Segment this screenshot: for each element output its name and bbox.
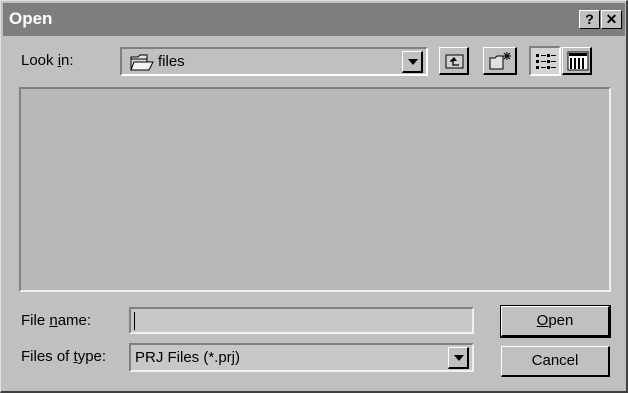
up-one-level-button[interactable] [439,47,469,75]
look-in-value: files [158,53,185,70]
close-icon: ✕ [605,11,618,27]
new-folder-icon [489,51,513,75]
list-view-icon [535,51,557,75]
file-type-value: PRJ Files (*.prj) [135,349,241,366]
cancel-button[interactable]: Cancel [501,346,610,377]
details-view-button[interactable] [562,47,592,75]
text-caret [134,312,135,330]
open-dialog: Open ? ✕ Look in: files File name: Files… [0,0,628,393]
look-in-dropdown-button[interactable] [402,51,423,73]
window-title: Open [9,9,53,28]
file-type-dropdown-button[interactable] [448,347,469,369]
details-view-icon [567,51,589,75]
up-one-level-icon [445,52,465,74]
new-folder-button[interactable] [483,47,517,75]
file-type-combobox[interactable]: PRJ Files (*.prj) [129,343,474,372]
close-button[interactable]: ✕ [601,10,622,29]
look-in-label: Look in: [21,52,74,69]
file-type-label: Files of type: [21,348,107,365]
file-list[interactable] [19,87,611,292]
title-bar[interactable]: Open ? ✕ [3,3,625,36]
open-folder-icon [130,53,154,75]
look-in-combobox[interactable]: files [120,47,428,76]
help-button[interactable]: ? [579,10,600,29]
open-button[interactable]: Open [500,305,611,338]
file-name-label: File name: [21,312,92,329]
file-name-input[interactable] [129,307,474,334]
list-view-button[interactable] [529,46,561,76]
help-icon: ? [585,11,594,27]
